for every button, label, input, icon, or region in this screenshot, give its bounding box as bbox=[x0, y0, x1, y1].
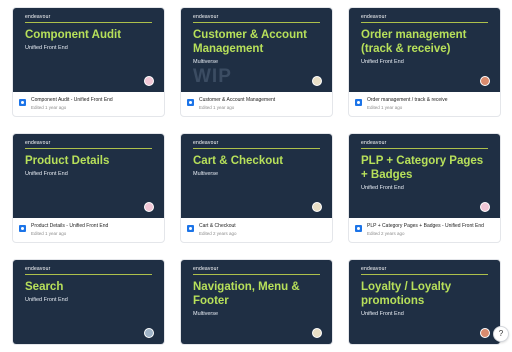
edited-time: Edited 1 year ago bbox=[31, 231, 67, 236]
file-card[interactable]: endeavour Customer & Account Management … bbox=[180, 7, 333, 117]
file-grid: endeavour Component Audit Unified Front … bbox=[0, 0, 512, 352]
brand-logo: endeavour bbox=[193, 14, 219, 20]
avatar bbox=[312, 202, 322, 212]
thumbnail-subtitle: Unified Front End bbox=[361, 59, 404, 65]
divider bbox=[193, 22, 320, 23]
edited-time: Edited 1 year ago bbox=[199, 105, 235, 110]
divider bbox=[361, 22, 488, 23]
file-card[interactable]: endeavour Search Unified Front End bbox=[12, 259, 165, 345]
file-name[interactable]: Cart & Checkout bbox=[199, 223, 236, 229]
thumbnail-title: Cart & Checkout Multiverse bbox=[193, 154, 324, 178]
thumbnail-title: PLP + Category Pages + Badges Unified Fr… bbox=[361, 154, 492, 192]
thumbnail-title: Loyalty / Loyalty promotions Unified Fro… bbox=[361, 280, 492, 318]
thumbnail-title: Customer & Account Management Multiverse bbox=[193, 28, 324, 66]
avatar bbox=[144, 328, 154, 338]
file-footer: Cart & Checkout Edited 2 years ago bbox=[181, 218, 332, 242]
file-name[interactable]: Customer & Account Management bbox=[199, 97, 275, 103]
file-thumbnail[interactable]: endeavour Component Audit Unified Front … bbox=[13, 8, 164, 92]
thumbnail-subtitle: Multiverse bbox=[193, 171, 219, 177]
file-footer: Component Audit - Unified Front End Edit… bbox=[13, 92, 164, 116]
edited-time: Edited 1 year ago bbox=[367, 105, 403, 110]
file-footer: Order management / track & receive Edite… bbox=[349, 92, 500, 116]
avatar bbox=[144, 202, 154, 212]
avatar bbox=[480, 202, 490, 212]
thumbnail-subtitle: Unified Front End bbox=[361, 185, 404, 191]
file-thumbnail[interactable]: endeavour PLP + Category Pages + Badges … bbox=[349, 134, 500, 218]
brand-logo: endeavour bbox=[25, 140, 51, 146]
file-thumbnail[interactable]: endeavour Loyalty / Loyalty promotions U… bbox=[349, 260, 500, 344]
brand-logo: endeavour bbox=[361, 266, 387, 272]
file-card[interactable]: endeavour Component Audit Unified Front … bbox=[12, 7, 165, 117]
thumbnail-title: Order management (track & receive) Unifi… bbox=[361, 28, 492, 66]
edited-time: Edited 1 year ago bbox=[31, 105, 67, 110]
avatar bbox=[144, 76, 154, 86]
avatar bbox=[312, 76, 322, 86]
thumbnail-title: Navigation, Menu & Footer Multiverse bbox=[193, 280, 324, 318]
file-footer: Product Details - Unified Front End Edit… bbox=[13, 218, 164, 242]
thumbnail-subtitle: Unified Front End bbox=[25, 171, 68, 177]
file-thumbnail[interactable]: endeavour Order management (track & rece… bbox=[349, 8, 500, 92]
file-thumbnail[interactable]: endeavour Navigation, Menu & Footer Mult… bbox=[181, 260, 332, 344]
file-footer: PLP + Category Pages + Badges - Unified … bbox=[349, 218, 500, 242]
brand-logo: endeavour bbox=[361, 14, 387, 20]
brand-logo: endeavour bbox=[25, 266, 51, 272]
divider bbox=[25, 22, 152, 23]
thumbnail-title: Component Audit Unified Front End bbox=[25, 28, 156, 52]
divider bbox=[193, 148, 320, 149]
edited-time: Edited 2 years ago bbox=[367, 231, 405, 236]
thumbnail-subtitle: Unified Front End bbox=[25, 297, 68, 303]
file-card[interactable]: endeavour Product Details Unified Front … bbox=[12, 133, 165, 243]
wip-watermark: WIP bbox=[193, 66, 232, 87]
figma-file-icon bbox=[187, 99, 194, 106]
avatar bbox=[312, 328, 322, 338]
avatar bbox=[480, 76, 490, 86]
brand-logo: endeavour bbox=[361, 140, 387, 146]
thumbnail-title: Search Unified Front End bbox=[25, 280, 156, 304]
brand-logo: endeavour bbox=[193, 266, 219, 272]
thumbnail-subtitle: Unified Front End bbox=[25, 45, 68, 51]
figma-file-icon bbox=[19, 225, 26, 232]
file-name[interactable]: Component Audit - Unified Front End bbox=[31, 97, 113, 103]
brand-logo: endeavour bbox=[25, 14, 51, 20]
file-thumbnail[interactable]: endeavour Cart & Checkout Multiverse bbox=[181, 134, 332, 218]
file-name[interactable]: Order management / track & receive bbox=[367, 97, 448, 103]
file-thumbnail[interactable]: endeavour Product Details Unified Front … bbox=[13, 134, 164, 218]
thumbnail-subtitle: Unified Front End bbox=[361, 311, 404, 317]
thumbnail-title: Product Details Unified Front End bbox=[25, 154, 156, 178]
file-card[interactable]: endeavour Navigation, Menu & Footer Mult… bbox=[180, 259, 333, 345]
file-name[interactable]: Product Details - Unified Front End bbox=[31, 223, 108, 229]
file-card[interactable]: endeavour PLP + Category Pages + Badges … bbox=[348, 133, 501, 243]
divider bbox=[25, 148, 152, 149]
file-thumbnail[interactable]: endeavour Search Unified Front End bbox=[13, 260, 164, 344]
divider bbox=[361, 274, 488, 275]
figma-file-icon bbox=[187, 225, 194, 232]
thumbnail-subtitle: Multiverse bbox=[193, 311, 219, 317]
file-card[interactable]: endeavour Loyalty / Loyalty promotions U… bbox=[348, 259, 501, 345]
brand-logo: endeavour bbox=[193, 140, 219, 146]
file-thumbnail[interactable]: endeavour Customer & Account Management … bbox=[181, 8, 332, 92]
thumbnail-subtitle: Multiverse bbox=[193, 59, 219, 65]
avatar bbox=[480, 328, 490, 338]
file-card[interactable]: endeavour Order management (track & rece… bbox=[348, 7, 501, 117]
figma-file-icon bbox=[19, 99, 26, 106]
file-card[interactable]: endeavour Cart & Checkout Multiverse Car… bbox=[180, 133, 333, 243]
file-footer: Customer & Account Management Edited 1 y… bbox=[181, 92, 332, 116]
divider bbox=[25, 274, 152, 275]
divider bbox=[193, 274, 320, 275]
help-button[interactable]: ? bbox=[493, 326, 509, 342]
file-name[interactable]: PLP + Category Pages + Badges - Unified … bbox=[367, 223, 484, 229]
figma-file-icon bbox=[355, 99, 362, 106]
edited-time: Edited 2 years ago bbox=[199, 231, 237, 236]
divider bbox=[361, 148, 488, 149]
figma-file-icon bbox=[355, 225, 362, 232]
